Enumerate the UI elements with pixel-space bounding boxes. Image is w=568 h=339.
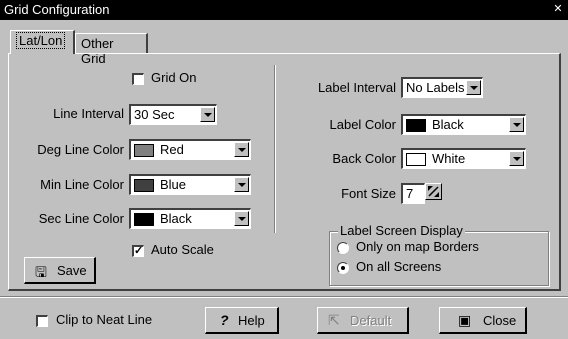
grid-on-checkbox[interactable]	[132, 73, 144, 85]
min-line-color-label: Min Line Color	[40, 177, 124, 192]
back-color-select[interactable]: White	[401, 148, 526, 169]
sec-line-color-swatch	[134, 213, 154, 226]
default-icon: ⇱	[328, 312, 340, 328]
label-color-value: Black	[432, 117, 464, 132]
window-title: Grid Configuration	[4, 2, 110, 17]
only-on-map-borders-label: Only on map Borders	[356, 239, 479, 254]
back-color-label: Back Color	[332, 151, 396, 166]
grid-configuration-window: Grid Configuration ✕ Lat/Lon Other Grid …	[0, 0, 568, 339]
grid-on-label: Grid On	[151, 70, 197, 85]
save-button-label: Save	[57, 263, 87, 278]
sec-line-color-label: Sec Line Color	[38, 211, 124, 226]
chevron-down-icon[interactable]	[466, 80, 481, 95]
back-color-swatch	[406, 153, 426, 166]
min-line-color-value: Blue	[160, 177, 187, 192]
auto-scale-checkbox[interactable]: ✓	[132, 245, 144, 257]
spinner-arrows-icon	[428, 186, 439, 197]
chevron-down-icon[interactable]	[509, 151, 524, 166]
tab-other-grid[interactable]: Other Grid	[75, 33, 148, 66]
label-interval-select[interactable]: No Labels	[401, 77, 483, 98]
default-button-label: Default	[350, 313, 392, 328]
help-button-label: Help	[238, 313, 265, 328]
tab-lat-lon-label: Lat/Lon	[16, 32, 66, 49]
auto-scale-label: Auto Scale	[151, 242, 214, 257]
sec-line-color-select[interactable]: Black	[129, 208, 251, 229]
label-interval-value: No Labels	[406, 80, 465, 95]
line-interval-label: Line Interval	[53, 106, 124, 121]
close-icon[interactable]: ✕	[552, 3, 564, 15]
tab-lat-lon[interactable]: Lat/Lon	[10, 30, 75, 54]
column-divider	[274, 65, 276, 233]
chevron-down-icon[interactable]	[509, 117, 524, 132]
chevron-down-icon[interactable]	[234, 177, 249, 192]
back-color-value: White	[432, 151, 466, 166]
line-interval-select[interactable]: 30 Sec	[129, 104, 217, 125]
save-icon: 🖫	[35, 264, 47, 280]
font-size-input[interactable]: 7	[401, 183, 425, 204]
font-size-spinner[interactable]	[425, 183, 442, 200]
sec-line-color-value: Black	[160, 211, 192, 226]
label-color-label: Label Color	[329, 117, 397, 132]
close-button[interactable]: ▣ Close	[439, 307, 527, 334]
chevron-down-icon[interactable]	[234, 142, 249, 157]
on-all-screens-label: On all Screens	[356, 259, 442, 274]
help-button[interactable]: ? Help	[205, 307, 279, 334]
deg-line-color-label: Deg Line Color	[37, 142, 124, 157]
question-icon: ?	[220, 312, 229, 328]
title-bar: Grid Configuration ✕	[0, 0, 568, 20]
deg-line-color-value: Red	[160, 142, 184, 157]
min-line-color-select[interactable]: Blue	[129, 174, 251, 195]
label-color-swatch	[406, 119, 426, 132]
close-button-label: Close	[483, 313, 517, 328]
chevron-down-icon[interactable]	[200, 107, 215, 122]
bottom-divider	[0, 296, 568, 298]
save-button[interactable]: 🖫 Save	[24, 257, 96, 284]
label-screen-display-legend: Label Screen Display	[338, 223, 465, 238]
line-interval-value: 30 Sec	[134, 107, 175, 122]
font-size-value: 7	[406, 186, 414, 201]
radio-on-all-screens[interactable]	[337, 262, 349, 274]
font-size-label: Font Size	[341, 186, 396, 201]
chevron-down-icon[interactable]	[234, 211, 249, 226]
clip-to-neat-line-checkbox[interactable]	[36, 315, 48, 327]
label-interval-label: Label Interval	[317, 80, 396, 95]
close-door-icon: ▣	[458, 312, 472, 328]
deg-line-color-select[interactable]: Red	[129, 139, 251, 160]
default-button[interactable]: ⇱ Default	[317, 307, 409, 334]
radio-only-on-map-borders[interactable]	[337, 242, 349, 254]
min-line-color-swatch	[134, 179, 154, 192]
label-color-select[interactable]: Black	[401, 114, 526, 135]
deg-line-color-swatch	[134, 144, 154, 157]
clip-to-neat-line-label: Clip to Neat Line	[56, 312, 153, 327]
